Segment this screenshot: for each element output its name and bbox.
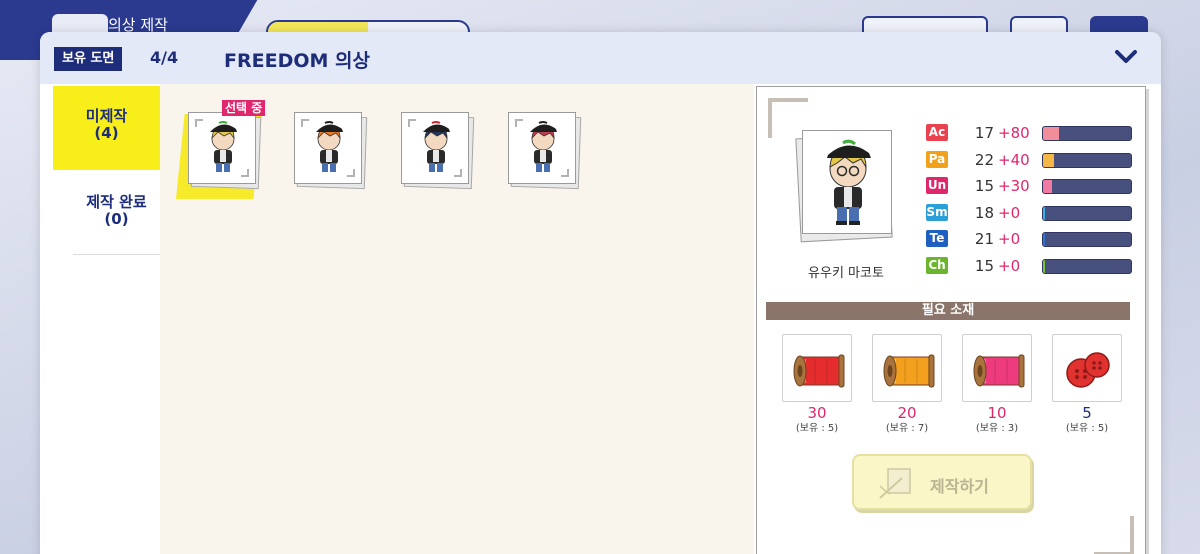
craft-button[interactable]: 제작하기: [852, 454, 1032, 510]
required-materials-header: 필요 소재: [766, 302, 1130, 320]
material-required-count: 5: [1082, 404, 1092, 422]
stat-row-ac: Ac 17 +80: [926, 124, 1146, 144]
character-portrait: [795, 130, 893, 243]
stat-bar: [1042, 232, 1132, 247]
stat-base-value: 15: [974, 177, 994, 195]
stat-base-value: 17: [974, 124, 994, 142]
stat-row-te: Te 21 +0: [926, 230, 1146, 250]
stat-bonus-value: +30: [998, 177, 1030, 195]
stat-bar: [1042, 126, 1132, 141]
stat-te-icon: Te: [926, 230, 948, 247]
stat-bar: [1042, 258, 1132, 274]
stat-row-pa: Pa 22 +40: [926, 150, 1146, 171]
orange-thread-spool-icon: [883, 354, 935, 388]
owned-blueprint-badge: 보유 도면: [54, 47, 123, 71]
stat-base-value: 21: [974, 230, 994, 248]
panel-corner-br: [1094, 516, 1134, 554]
material-item[interactable]: 30 (보유 : 5): [782, 334, 852, 435]
tab-unmade-label: 미제작: [85, 107, 128, 125]
pink-thread-spool-icon: [973, 354, 1025, 388]
stat-row-sm: Sm 18 +0: [926, 203, 1146, 224]
modal-title: FREEDOM 의상: [224, 50, 370, 72]
blueprint-card[interactable]: [188, 112, 262, 190]
material-owned-count: (보유 : 7): [885, 423, 929, 434]
tab-done-label: 제작 완료: [86, 193, 147, 211]
tab-done-count: (0): [104, 210, 129, 228]
material-item[interactable]: 10 (보유 : 3): [962, 334, 1032, 435]
blueprint-count: 4/4: [150, 48, 179, 67]
blueprint-card[interactable]: [294, 112, 368, 190]
tab-unmade-count: (4): [94, 124, 119, 142]
stat-bonus-value: +0: [998, 230, 1021, 248]
red-button-icon: [1066, 352, 1110, 388]
tab-list: 미제작 (4) 제작 완료 (0): [40, 84, 160, 554]
tab-divider: [73, 254, 160, 255]
material-slot: [872, 334, 942, 402]
craft-button-label: 제작하기: [930, 477, 989, 496]
stat-bonus-value: +0: [998, 203, 1021, 222]
stat-bar: [1042, 205, 1132, 221]
stat-bar: [1042, 179, 1132, 194]
stat-bar: [1042, 152, 1132, 168]
detail-panel: 유우키 마코토 Ac 17 +80 Pa 22 +40 Un 15 +30 Sm 18 +0 Te 21 +…: [756, 84, 1148, 554]
stat-base-value: 15: [974, 256, 994, 275]
material-owned-count: (보유 : 5): [1065, 423, 1109, 434]
stat-base-value: 22: [974, 150, 994, 169]
blueprint-grid: 선택 중: [160, 84, 754, 554]
character-chibi-icon: [827, 139, 871, 225]
stat-ch-icon: Ch: [926, 256, 948, 274]
stat-ac-icon: Ac: [926, 124, 948, 141]
stat-sm-icon: Sm: [926, 203, 948, 221]
needle-icon: [879, 468, 911, 499]
stat-bonus-value: +0: [998, 256, 1021, 275]
material-owned-count: (보유 : 5): [795, 423, 839, 434]
stat-un-icon: Un: [926, 177, 948, 194]
blueprint-card[interactable]: [508, 112, 582, 190]
stat-row-un: Un 15 +30: [926, 177, 1146, 197]
blueprint-card[interactable]: [401, 112, 475, 190]
stat-bonus-value: +80: [998, 124, 1030, 142]
material-slot: [1052, 334, 1122, 402]
material-owned-count: (보유 : 3): [975, 423, 1019, 434]
costume-craft-modal: 보유 도면 4/4 FREEDOM 의상 미제작 (4) 제작 완료 (0) 선…: [40, 32, 1161, 554]
stat-row-ch: Ch 15 +0: [926, 256, 1146, 277]
stat-pa-icon: Pa: [926, 150, 948, 168]
tab-unmade[interactable]: 미제작 (4): [53, 86, 160, 170]
stat-bonus-value: +40: [998, 150, 1030, 169]
character-name: 유우키 마코토: [808, 266, 884, 281]
selected-tag: 선택 중: [222, 100, 266, 116]
material-slot: [782, 334, 852, 402]
stat-base-value: 18: [974, 203, 994, 222]
material-slot: [962, 334, 1032, 402]
material-required-count: 30: [807, 404, 827, 422]
material-required-count: 20: [897, 404, 917, 422]
modal-header: 보유 도면 4/4 FREEDOM 의상: [40, 32, 1161, 84]
material-item[interactable]: 5 (보유 : 5): [1052, 334, 1122, 435]
chevron-down-icon[interactable]: [1113, 44, 1139, 70]
red-thread-spool-icon: [793, 354, 845, 388]
material-required-count: 10: [987, 404, 1007, 422]
tab-done[interactable]: 제작 완료 (0): [73, 194, 160, 228]
material-item[interactable]: 20 (보유 : 7): [872, 334, 942, 435]
